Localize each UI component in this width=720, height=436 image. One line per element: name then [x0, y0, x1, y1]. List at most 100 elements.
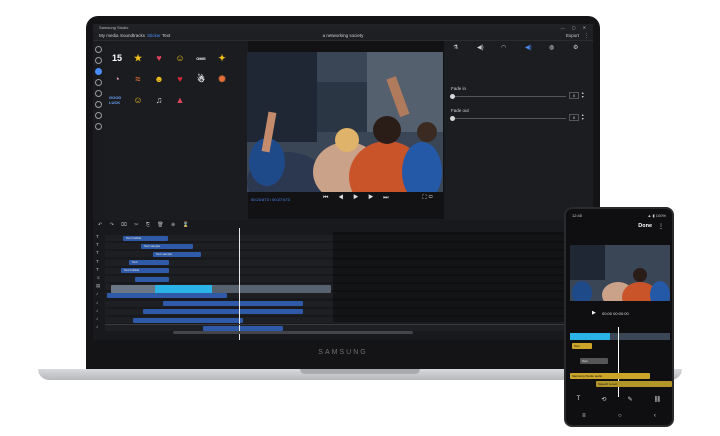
cat-sticker[interactable]: ♫ [151, 92, 167, 108]
fade-out-stepper[interactable]: ▲ ▼ [581, 113, 584, 121]
text-clip[interactable]: Text bubble [121, 268, 169, 274]
sticker-clip[interactable] [135, 276, 169, 282]
phone-video-preview[interactable] [570, 245, 670, 301]
lane-type-icon: ♪ [96, 307, 99, 313]
fade-in-slider[interactable] [450, 94, 566, 99]
recents-icon[interactable]: ≡ [582, 413, 586, 419]
heart-sticker[interactable]: ♥ [151, 50, 167, 66]
sunglasses-sticker[interactable]: ☻ [151, 71, 167, 87]
fade-out-value[interactable]: 0 [569, 114, 579, 121]
phone-timecode: 00:00 00:00:00 [602, 311, 629, 316]
cake-sticker[interactable]: ▲ [172, 92, 188, 108]
window-controls[interactable]: — ▢ ✕ [561, 24, 589, 31]
phone-preview-image [570, 245, 670, 301]
text-tool-icon[interactable] [95, 79, 102, 86]
effects-tool-icon[interactable] [95, 101, 102, 108]
audio-clip[interactable] [107, 292, 227, 298]
timeline-ruler [105, 324, 593, 329]
lane-type-icon: T [96, 266, 99, 272]
rainbow-sticker[interactable]: ≈ [130, 71, 146, 87]
export-button[interactable]: Export [566, 31, 579, 41]
fade-out-label: Fade out [451, 108, 469, 113]
phone-nav-bar: ≡ ○ ‹ [566, 413, 672, 419]
project-title: a networking society [322, 33, 364, 38]
phone-speech-clip[interactable]: Speech to text [596, 381, 672, 387]
heart-red-sticker[interactable]: ♥ [172, 71, 188, 87]
audio-tool-icon[interactable] [95, 57, 102, 64]
phone-rotate-tool-icon[interactable]: ⟲ [601, 396, 606, 403]
home-icon[interactable]: ○ [618, 413, 622, 419]
phone-status: ▲ ▮ 100% [647, 213, 666, 218]
transition-tool-icon[interactable] [95, 112, 102, 119]
fx-icon[interactable]: ⚗ [453, 44, 458, 51]
phone-play-icon[interactable]: ▶ [592, 310, 596, 316]
done-button[interactable]: Done [638, 223, 652, 229]
text-clip[interactable]: Text sample [153, 251, 201, 257]
lane-type-icon: ♪ [96, 291, 99, 297]
timeline-scrollbar[interactable] [173, 331, 413, 334]
lane-type-icon: ♪ [96, 324, 99, 330]
phone-more-icon[interactable]: ⋮ [658, 223, 664, 230]
audio-clip[interactable] [163, 301, 303, 307]
filter-tool-icon[interactable] [95, 90, 102, 97]
text-clip[interactable]: Text [129, 260, 169, 266]
good-luck-sticker[interactable]: GOOD LUCK [109, 92, 125, 108]
more-menu-icon[interactable]: ⋮ [584, 31, 589, 41]
settings-icon[interactable]: ⚙ [573, 44, 578, 51]
audio-active-icon[interactable]: ◀) [525, 44, 532, 51]
lane-type-icon: T [96, 250, 99, 256]
phone-edit-tool-icon[interactable]: ✎ [628, 396, 633, 403]
text-clip[interactable]: Text bubble [123, 235, 168, 241]
sparkle-sticker[interactable]: ✺ [214, 71, 230, 87]
fade-out-slider[interactable] [450, 116, 566, 121]
fade-in-knob[interactable] [450, 94, 455, 99]
lane-type-icon: T [96, 258, 99, 264]
fullscreen-icon[interactable]: ⛶ ▭ [422, 195, 433, 202]
lane-type-icon: ♪ [96, 299, 99, 305]
fade-in-value[interactable]: 0 [569, 92, 579, 99]
lane-type-icon: T [96, 242, 99, 248]
text-clip[interactable]: Text sample [141, 243, 193, 249]
speed-icon[interactable]: ◠ [501, 44, 506, 51]
volume-icon[interactable]: ◀) [477, 44, 484, 51]
omg-sticker[interactable]: OMG [193, 50, 209, 66]
audio-clip[interactable] [133, 317, 243, 323]
lane-type-icon: ▤ [96, 283, 101, 289]
title-bar: Samsung Studio — ▢ ✕ [93, 24, 593, 31]
phone-time: 12:45 [572, 213, 583, 218]
audio-clip[interactable] [143, 309, 303, 315]
phone-text-clip[interactable]: Text [572, 343, 592, 349]
phone-link-tool-icon[interactable]: ⛓ [654, 396, 662, 403]
star-sticker[interactable]: ★ [130, 50, 146, 66]
phone-video-track[interactable] [570, 333, 670, 340]
video-preview[interactable] [247, 52, 443, 192]
phone-text-clip[interactable]: Text [580, 358, 608, 364]
fade-out-knob[interactable] [450, 116, 455, 121]
phone: 12:45 ▲ ▮ 100% Done ⋮ ▶ 00:00 00:00:00 T… [564, 207, 674, 427]
ghost-sticker[interactable]: ☃ [193, 71, 209, 87]
party-sticker[interactable]: ✦ [214, 50, 230, 66]
fade-in-stepper[interactable]: ▲ ▼ [581, 91, 584, 99]
app-window: Samsung Studio — ▢ ✕ My media Soundtrack… [93, 24, 593, 340]
timeline-tools[interactable]: ↶ ↷ ⌧ ✂ ⎘ 🗑 ⊕ ⌛ [98, 222, 192, 228]
brand-logo: SAMSUNG [318, 349, 368, 356]
lane-type-icon: ☺ [96, 275, 101, 280]
adjust-tool-icon[interactable] [95, 123, 102, 130]
lane-type-icon: T [96, 234, 99, 239]
transport-controls[interactable]: ⏮ ◀ ▶ ▶ ⏭ [323, 195, 393, 202]
phone-text-tool-icon[interactable]: T [577, 396, 581, 403]
cupcake-sticker[interactable]: ◔ [109, 71, 125, 87]
timeline: ↶ ↷ ⌧ ✂ ⎘ 🗑 ⊕ ⌛ ▦ ⊖ ⊕ TTTTT☺▤♪♪♪♪♪Text b… [93, 220, 593, 340]
window-title: Samsung Studio [99, 25, 129, 30]
lane-type-icon: ♪ [96, 316, 99, 321]
sticker-tool-icon[interactable] [95, 68, 102, 75]
media-tool-icon[interactable] [95, 46, 102, 53]
calendar-15-sticker[interactable]: 15 [109, 50, 125, 66]
filter-icon[interactable]: ◍ [549, 44, 554, 51]
emoji-sticker[interactable]: ☺ [130, 92, 146, 108]
preview-frame-image [247, 52, 443, 192]
phone-audio-clip[interactable]: Samsung Studio audio [570, 373, 650, 379]
video-clip[interactable] [111, 284, 331, 293]
back-icon[interactable]: ‹ [654, 413, 656, 419]
smile-sticker[interactable]: ☺ [172, 50, 188, 66]
